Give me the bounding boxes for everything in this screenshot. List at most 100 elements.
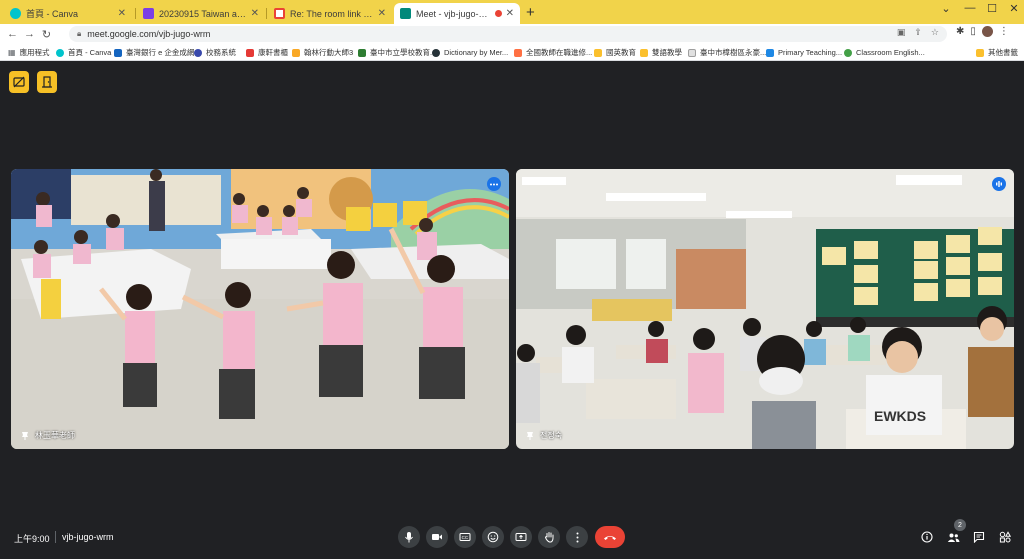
close-icon[interactable]: ✕ [378, 8, 386, 19]
bookmark-label: Primary Teaching... [778, 48, 843, 57]
participant-name: 林玉華老師 [35, 431, 75, 440]
more-dots-icon [490, 183, 498, 185]
minimize-icon[interactable]: — [960, 2, 980, 14]
bookmark-taichung-edu[interactable]: 臺中市立學校教育... [358, 47, 436, 58]
close-icon[interactable]: ✕ [118, 8, 126, 19]
maximize-icon[interactable]: ☐ [982, 2, 1002, 15]
tile-more-options-button[interactable] [487, 177, 501, 191]
bookmark-yonghao[interactable]: 臺中市樟樹區永豪... [688, 47, 766, 58]
bookmark-bank[interactable]: 臺灣銀行 e 企金成網 [114, 47, 194, 58]
captions-off-button[interactable] [9, 71, 29, 93]
bookmark-label: 翰林行動大師3 [304, 48, 354, 57]
present-icon [515, 532, 527, 541]
hand-icon [544, 532, 553, 543]
bookmark-folder-bilingual[interactable]: 雙語教學 [640, 47, 682, 58]
tab-title: 20230915 Taiwan and Korea - S [159, 8, 247, 19]
bookmark-label: 雙語教學 [652, 48, 682, 57]
emoji-icon [487, 531, 499, 543]
pin-icon [22, 432, 28, 440]
bookmark-primary-teaching[interactable]: Primary Teaching... [766, 47, 842, 58]
camera-icon[interactable]: ▣ [897, 27, 906, 38]
bookmark-hanlin[interactable]: 翰林行動大師3 [292, 47, 353, 58]
audio-indicator [992, 177, 1006, 191]
avatar[interactable] [981, 26, 993, 37]
reactions-button[interactable] [482, 526, 504, 548]
sidepanel-icon[interactable]: ▯ [970, 26, 976, 37]
address-bar[interactable]: 🔒︎ meet.google.com/vjb-jugo-wrm ▣ ⇪ ☆ [69, 26, 947, 42]
tab-canva[interactable]: 首頁 - Canva ✕ [4, 3, 132, 24]
more-vert-icon [576, 532, 578, 542]
bookmark-folder-edu[interactable]: 國英教育 [594, 47, 636, 58]
microphone-icon [405, 532, 413, 543]
captions-button[interactable]: CC [454, 526, 476, 548]
share-icon[interactable]: ⇪ [914, 27, 922, 38]
video-camera-icon [432, 534, 442, 540]
back-icon[interactable]: ← [4, 28, 21, 40]
meeting-details-button[interactable] [918, 528, 936, 546]
page-icon [766, 48, 774, 57]
bookmarks-bar: ▦ 應用程式 首頁 - Canva 臺灣銀行 e 企金成網 校務系統 康軒書櫃 … [0, 44, 1024, 61]
hanlin-icon [292, 48, 300, 57]
forward-icon[interactable]: → [21, 28, 38, 40]
slides-icon [143, 8, 154, 19]
bookmark-label: 康軒書櫃 [258, 48, 288, 57]
meet-icon [400, 8, 411, 19]
leave-call-button[interactable] [595, 526, 625, 548]
close-icon[interactable]: ✕ [251, 8, 259, 19]
gmail-icon [274, 8, 285, 19]
browser-toolbar: ← → ↻ 🔒︎ meet.google.com/vjb-jugo-wrm ▣ … [0, 24, 1024, 44]
tab-strip: 首頁 - Canva ✕ 20230915 Taiwan and Korea -… [0, 0, 1024, 24]
tab-search-icon[interactable]: ⌄ [936, 2, 956, 15]
bookmark-classroom-english[interactable]: Classroom English... [844, 47, 925, 58]
bookmark-label: 應用程式 [19, 48, 50, 57]
tab-meet[interactable]: Meet - vjb-jugo-wrm ✕ [394, 3, 520, 24]
menu-icon[interactable]: ⋮ [999, 26, 1009, 37]
door-icon [42, 76, 52, 88]
video-tile-left[interactable]: 林玉華老師 [11, 169, 509, 449]
bookmark-canva[interactable]: 首頁 - Canva [56, 47, 111, 58]
globe-icon [844, 48, 852, 57]
video-tile-right[interactable]: EWKDS 전정숙 [516, 169, 1014, 449]
canva-icon [56, 48, 64, 57]
dictionary-icon [432, 48, 440, 57]
more-options-button[interactable] [566, 526, 588, 548]
bookmark-label: Classroom English... [856, 48, 925, 57]
bookmark-dictionary[interactable]: Dictionary by Mer... [432, 47, 508, 58]
tab-title: Re: The room link - yutor@ymp [290, 8, 374, 19]
chat-button[interactable] [970, 528, 988, 546]
bookmark-other[interactable]: 其他書籤 [976, 47, 1018, 58]
bookmark-label: 臺中市立學校教育... [370, 48, 437, 57]
school-icon [358, 48, 366, 57]
bookmark-teacher-training[interactable]: 全國教師在職進修... [514, 47, 592, 58]
bookmark-apps[interactable]: ▦ 應用程式 [8, 47, 50, 58]
activities-panel-button[interactable] [996, 528, 1014, 546]
divider [55, 531, 56, 543]
url-text: meet.google.com/vjb-jugo-wrm [87, 29, 211, 39]
people-icon [947, 533, 959, 542]
raise-hand-button[interactable] [538, 526, 560, 548]
pin-icon [527, 432, 533, 440]
tab-gmail[interactable]: Re: The room link - yutor@ymp ✕ [268, 3, 392, 24]
close-window-icon[interactable]: ✕ [1004, 2, 1024, 15]
classroom-video: EWKDS [516, 169, 1014, 449]
folder-icon [640, 48, 648, 57]
new-tab-button[interactable]: + [526, 4, 535, 21]
bookmark-label: 國英教育 [606, 48, 636, 57]
present-screen-button[interactable] [510, 526, 532, 548]
tab-slides[interactable]: 20230915 Taiwan and Korea - S ✕ [137, 3, 265, 24]
camera-button[interactable] [426, 526, 448, 548]
close-icon[interactable]: ✕ [506, 8, 514, 19]
page-icon [688, 48, 696, 57]
bookmark-label: Dictionary by Mer... [444, 48, 509, 57]
bookmark-kangxuan[interactable]: 康軒書櫃 [246, 47, 288, 58]
bookmark-school-system[interactable]: 校務系統 [194, 47, 236, 58]
meeting-code: vjb-jugo-wrm [62, 532, 114, 542]
star-icon[interactable]: ☆ [931, 27, 939, 38]
reload-icon[interactable]: ↻ [38, 28, 55, 41]
bookmark-label: 校務系統 [206, 48, 236, 57]
microphone-button[interactable] [398, 526, 420, 548]
closed-captions-icon: CC [459, 533, 471, 541]
activities-button[interactable] [37, 71, 57, 93]
info-icon [921, 531, 933, 543]
extensions-icon[interactable]: ✱ [956, 26, 964, 37]
